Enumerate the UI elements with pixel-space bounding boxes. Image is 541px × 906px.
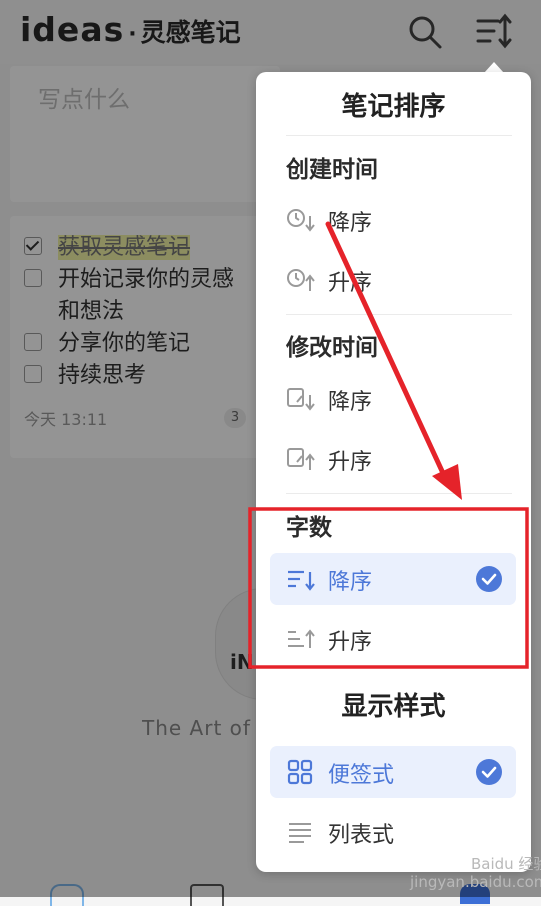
edit-down-icon [287,388,315,411]
option-label: 降序 [328,390,373,415]
option-label: 升序 [328,450,373,475]
option-created-desc[interactable]: 降序 [270,194,516,246]
option-label: 列表式 [328,823,395,848]
sort-menu: 笔记排序 创建时间 降序 升序 修改时间 降序 升序 字数 降序 升序 显示样式… [256,72,531,872]
watermark-url: jingyan.baidu.com [410,873,541,891]
option-display-sticky[interactable]: 便签式 [270,746,516,798]
list-icon [289,823,311,843]
grid-icon [287,759,313,785]
group-label-modified: 修改时间 [286,335,378,361]
sort-menu-title: 笔记排序 [341,92,446,122]
watermark: Baidu 经验 jingyan.baidu.com [410,855,541,891]
option-display-list[interactable]: 列表式 [270,806,516,858]
watermark-brand: Baidu 经验 [470,855,541,873]
check-circle-icon [476,759,502,785]
lines-up-icon [288,629,315,648]
divider [286,135,512,136]
option-label: 降序 [328,570,373,595]
option-wordcount-asc[interactable]: 升序 [270,613,516,665]
option-modified-desc[interactable]: 降序 [270,373,516,425]
divider [286,314,512,315]
edit-up-icon [287,448,315,470]
option-label: 升序 [328,630,373,655]
group-label-wordcount: 字数 [286,515,332,541]
group-label-created: 创建时间 [286,157,378,183]
option-modified-asc[interactable]: 升序 [270,433,516,485]
option-wordcount-desc[interactable]: 降序 [270,553,516,605]
display-menu-title: 显示样式 [341,692,446,722]
option-created-asc[interactable]: 升序 [270,254,516,306]
option-label: 降序 [328,211,373,236]
option-label: 升序 [328,271,373,296]
clock-down-icon [287,209,315,232]
clock-up-icon [287,269,315,291]
option-label: 便签式 [328,763,395,788]
check-circle-icon [476,566,502,592]
lines-down-icon [288,570,315,591]
divider [286,493,512,494]
